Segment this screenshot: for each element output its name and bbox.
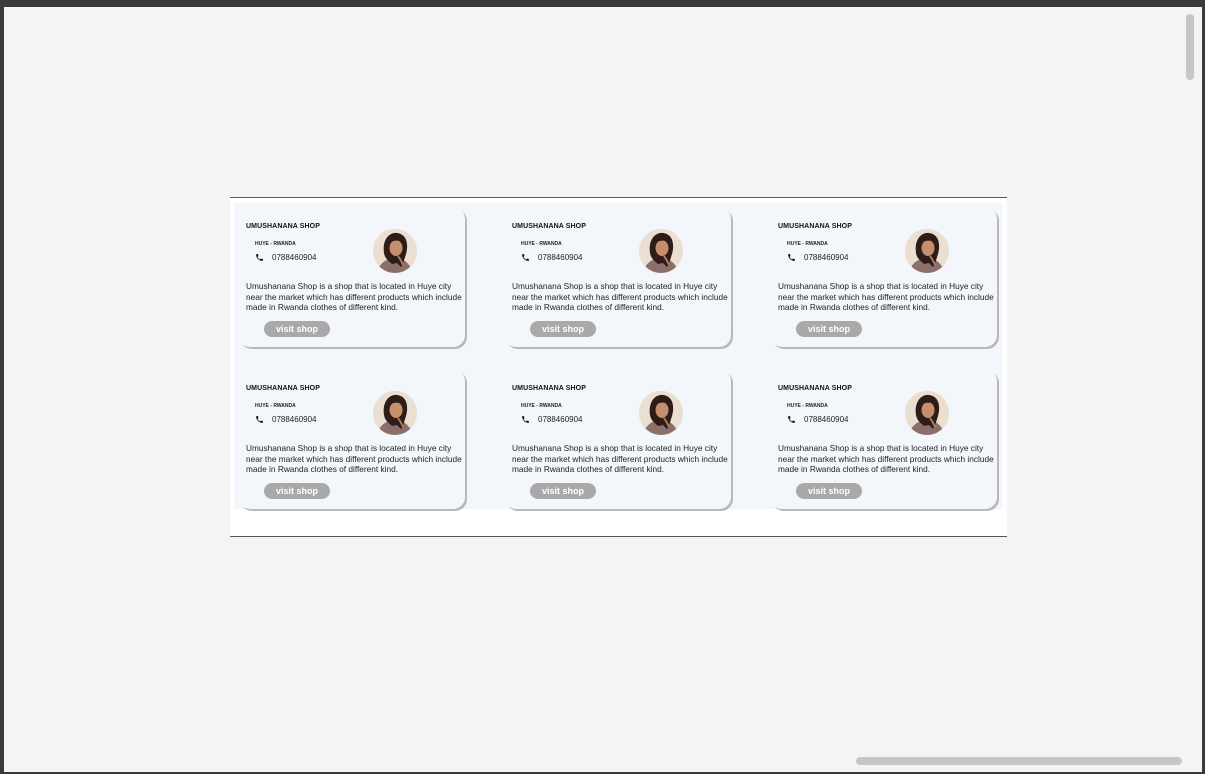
phone-row: 0788460904 [255,251,317,263]
shop-title: UMUSHANANA SHOP [512,385,586,392]
browser-viewport: UMUSHANANA SHOP HUYE - RWANDA 0788460904… [4,7,1202,772]
avatar-image [905,229,949,273]
shop-location: HUYE - RWANDA [255,241,296,247]
phone-row: 0788460904 [521,413,583,425]
phone-row: 0788460904 [255,413,317,425]
shop-title: UMUSHANANA SHOP [778,385,852,392]
avatar [639,229,683,273]
phone-row: 0788460904 [521,251,583,263]
avatar-image [373,391,417,435]
shop-location: HUYE - RWANDA [521,403,562,409]
shops-section: UMUSHANANA SHOP HUYE - RWANDA 0788460904… [230,197,1007,537]
shop-location: HUYE - RWANDA [787,241,828,247]
shop-phone: 0788460904 [272,414,317,424]
visit-shop-button[interactable]: visit shop [530,483,596,499]
phone-row: 0788460904 [787,251,849,263]
avatar-image [905,391,949,435]
avatar [373,229,417,273]
shop-title: UMUSHANANA SHOP [246,385,320,392]
avatar [639,391,683,435]
vertical-scrollbar[interactable] [1186,14,1194,80]
phone-icon [256,253,263,261]
shop-title: UMUSHANANA SHOP [778,223,852,230]
shop-location: HUYE - RWANDA [787,403,828,409]
shop-phone: 0788460904 [538,414,583,424]
avatar-image [639,229,683,273]
shop-description: Umushanana Shop is a shop that is locate… [778,443,994,474]
shop-card: UMUSHANANA SHOP HUYE - RWANDA 0788460904… [238,207,465,347]
shop-description: Umushanana Shop is a shop that is locate… [246,281,462,312]
avatar-image [373,229,417,273]
visit-shop-button[interactable]: visit shop [796,321,862,337]
shop-phone: 0788460904 [804,252,849,262]
phone-icon [522,415,529,423]
shop-title: UMUSHANANA SHOP [246,223,320,230]
shop-location: HUYE - RWANDA [521,241,562,247]
phone-row: 0788460904 [787,413,849,425]
shop-card: UMUSHANANA SHOP HUYE - RWANDA 0788460904… [238,369,465,509]
visit-shop-button[interactable]: visit shop [530,321,596,337]
visit-shop-button[interactable]: visit shop [264,321,330,337]
shop-card: UMUSHANANA SHOP HUYE - RWANDA 0788460904… [770,369,997,509]
avatar [905,229,949,273]
avatar [905,391,949,435]
shop-card: UMUSHANANA SHOP HUYE - RWANDA 0788460904… [770,207,997,347]
shop-description: Umushanana Shop is a shop that is locate… [778,281,994,312]
phone-icon [256,415,263,423]
shop-card: UMUSHANANA SHOP HUYE - RWANDA 0788460904… [504,207,731,347]
phone-icon [522,253,529,261]
phone-icon [788,253,795,261]
shop-phone: 0788460904 [804,414,849,424]
shop-title: UMUSHANANA SHOP [512,223,586,230]
avatar [373,391,417,435]
visit-shop-button[interactable]: visit shop [264,483,330,499]
shop-description: Umushanana Shop is a shop that is locate… [512,443,728,474]
shop-location: HUYE - RWANDA [255,403,296,409]
visit-shop-button[interactable]: visit shop [796,483,862,499]
shop-phone: 0788460904 [272,252,317,262]
shop-description: Umushanana Shop is a shop that is locate… [512,281,728,312]
horizontal-scrollbar[interactable] [856,757,1182,765]
shop-phone: 0788460904 [538,252,583,262]
shop-card: UMUSHANANA SHOP HUYE - RWANDA 0788460904… [504,369,731,509]
phone-icon [788,415,795,423]
avatar-image [639,391,683,435]
shop-description: Umushanana Shop is a shop that is locate… [246,443,462,474]
